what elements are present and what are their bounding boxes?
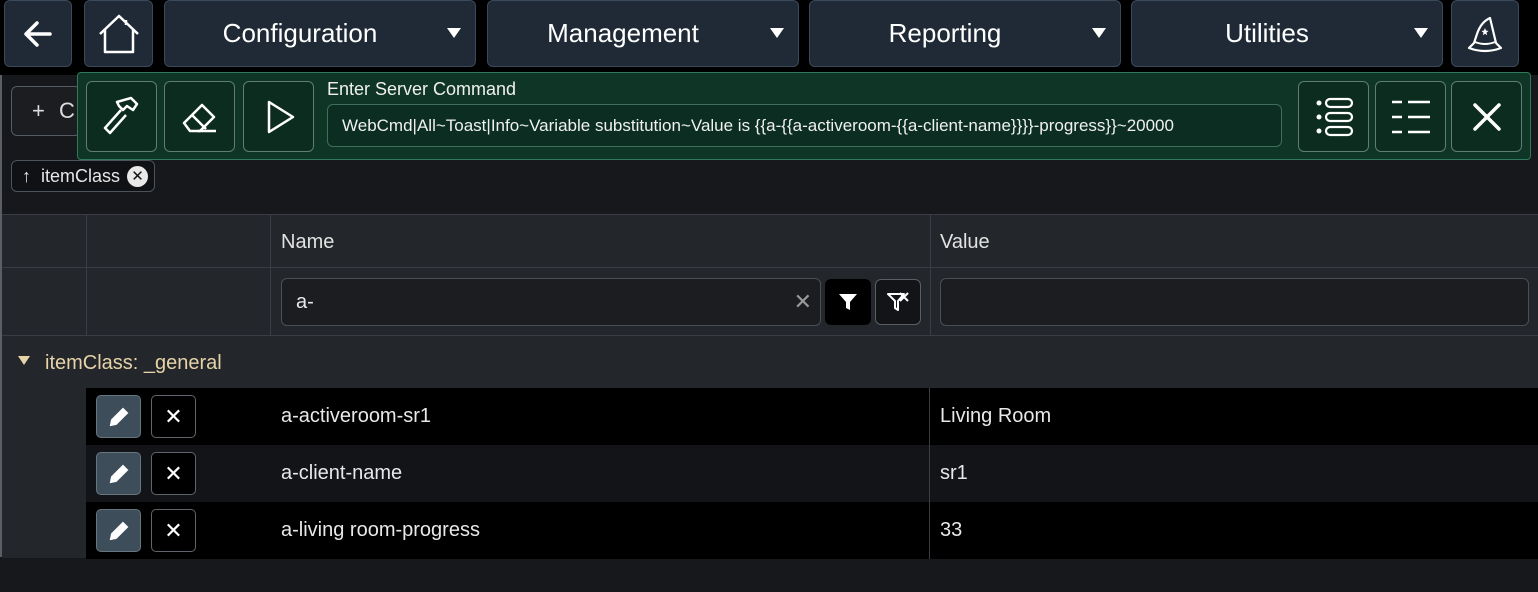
column-divider: [270, 214, 271, 336]
chevron-down-icon: [770, 28, 784, 38]
close-icon: ✕: [164, 403, 183, 429]
name-filter-input[interactable]: a- ✕: [281, 278, 821, 326]
home-button[interactable]: [84, 0, 153, 67]
table-header: [2, 214, 1538, 268]
server-command-title: Enter Server Command: [327, 79, 517, 99]
eraser-icon: [182, 103, 216, 132]
menu-management-label: Management: [547, 18, 699, 48]
table-row: ✕ a-activeroom-sr1 Living Room: [86, 388, 1538, 445]
menu-configuration[interactable]: Configuration: [164, 0, 476, 67]
pencil-icon: [109, 407, 128, 426]
chevron-down-icon: [1414, 28, 1428, 38]
filter-off-icon: [887, 292, 909, 311]
row-gutter: [2, 388, 86, 558]
row-name: a-client-name: [281, 462, 403, 484]
play-icon: [267, 100, 294, 133]
server-command-panel: Enter Server Command WebCmd|All~Toast|In…: [77, 72, 1531, 160]
edit-button[interactable]: [96, 395, 141, 438]
value-filter-input[interactable]: [940, 278, 1529, 326]
column-divider: [930, 214, 931, 336]
delete-button[interactable]: ✕: [151, 395, 196, 438]
menu-configuration-label: Configuration: [222, 18, 378, 48]
name-filter-value: a-: [296, 291, 314, 313]
row-value: 33: [940, 519, 963, 541]
command-history-button[interactable]: [1298, 81, 1369, 152]
menu-management[interactable]: Management: [487, 0, 799, 67]
add-button[interactable]: + C: [11, 86, 81, 136]
list-history-icon: [1316, 97, 1353, 136]
menu-utilities-label: Utilities: [1225, 18, 1309, 48]
menu-reporting-label: Reporting: [888, 18, 1002, 48]
wizard-hat-icon: [1467, 16, 1503, 52]
home-icon: [98, 14, 139, 53]
close-icon: [1472, 102, 1501, 131]
close-icon: ✕: [164, 517, 183, 543]
arrow-left-icon: [24, 20, 52, 47]
sort-chip-label: itemClass: [41, 165, 121, 186]
column-divider: [86, 214, 87, 336]
add-button-label: C: [58, 98, 75, 123]
row-value: sr1: [940, 462, 968, 484]
pencil-icon: [109, 521, 128, 540]
edit-button[interactable]: [96, 452, 141, 495]
arrow-up-icon: ↑: [22, 165, 31, 186]
column-header-value[interactable]: Value: [940, 214, 990, 268]
column-header-name[interactable]: Name: [281, 214, 334, 268]
clear-all-filters-button[interactable]: [875, 279, 921, 325]
pencil-icon: [109, 464, 128, 483]
plus-icon: +: [32, 98, 45, 123]
hammer-icon: [103, 96, 138, 134]
sort-chip[interactable]: ↑ itemClass ✕: [11, 160, 155, 192]
delete-button[interactable]: ✕: [151, 509, 196, 552]
table-row: ✕ a-client-name sr1: [86, 445, 1538, 502]
column-divider: [929, 388, 930, 445]
chevron-down-icon: [1092, 28, 1106, 38]
table-row: ✕ a-living room-progress 33: [86, 502, 1538, 559]
row-value: Living Room: [940, 405, 1052, 427]
list-icon: [1391, 100, 1430, 133]
build-command-button[interactable]: [86, 81, 157, 152]
run-command-button[interactable]: [243, 81, 314, 152]
close-icon: ✕: [164, 460, 183, 486]
group-label: itemClass: _general: [45, 352, 222, 374]
clear-filter-icon[interactable]: ✕: [794, 279, 812, 325]
remove-sort-icon[interactable]: ✕: [127, 166, 148, 187]
caret-down-icon: [18, 356, 30, 365]
filter-icon: [839, 294, 857, 310]
row-name: a-activeroom-sr1: [281, 405, 432, 427]
delete-button[interactable]: ✕: [151, 452, 196, 495]
column-divider: [929, 445, 930, 502]
menu-reporting[interactable]: Reporting: [809, 0, 1121, 67]
apply-filter-button[interactable]: [825, 279, 871, 325]
wizard-button[interactable]: [1451, 0, 1519, 67]
command-list-button[interactable]: [1375, 81, 1446, 152]
server-command-input[interactable]: WebCmd|All~Toast|Info~Variable substitut…: [327, 104, 1282, 147]
edit-button[interactable]: [96, 509, 141, 552]
chevron-down-icon: [447, 28, 461, 38]
row-name: a-living room-progress: [281, 519, 480, 541]
close-command-button[interactable]: [1451, 81, 1522, 152]
clear-command-button[interactable]: [164, 81, 235, 152]
top-navbar: Configuration Management Reporting Utili…: [0, 0, 1538, 75]
menu-utilities[interactable]: Utilities: [1131, 0, 1443, 67]
group-header[interactable]: itemClass: _general: [2, 336, 1538, 388]
column-divider: [929, 502, 930, 559]
back-button[interactable]: [4, 0, 72, 67]
